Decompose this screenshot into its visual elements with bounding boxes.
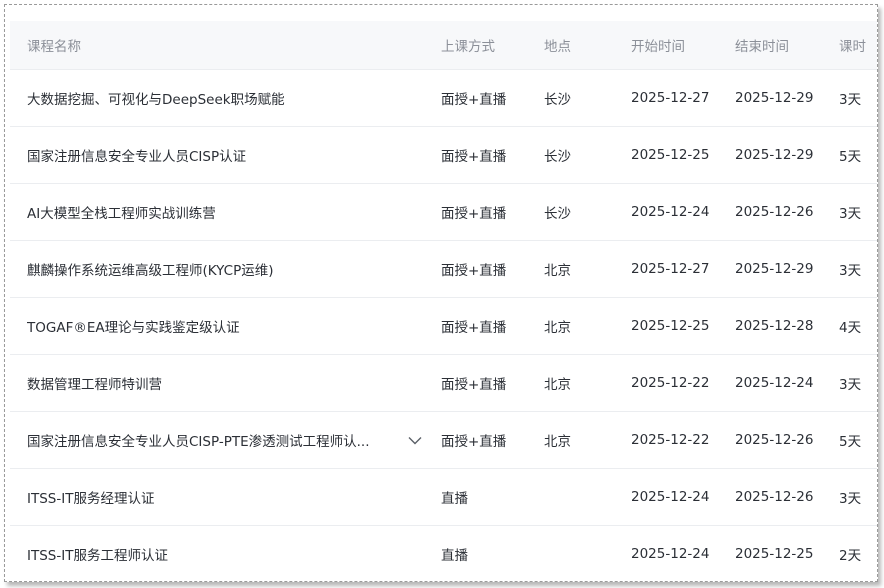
- header-duration: 课时: [839, 39, 866, 55]
- course-end-date: 2025-12-25: [735, 546, 814, 562]
- course-name[interactable]: ITSS-IT服务工程师认证: [27, 544, 168, 564]
- table-row[interactable]: AI大模型全栈工程师实战训练营 面授+直播 长沙 2025-12-24 2025-12-…: [10, 183, 877, 240]
- course-duration: 3天: [839, 377, 862, 393]
- course-start-date: 2025-12-27: [631, 90, 710, 106]
- course-name[interactable]: 国家注册信息安全专业人员CISP认证: [27, 145, 246, 165]
- course-end-date: 2025-12-29: [735, 90, 814, 106]
- course-duration: 3天: [839, 263, 862, 279]
- screenshot-frame: 课程名称 上课方式 地点 开始时间 结束时间 课时 大数据挖掘、可视化与Deep…: [4, 4, 878, 582]
- course-duration: 2天: [839, 548, 862, 564]
- course-name-cell[interactable]: TOGAF®EA理论与实践鉴定级认证: [27, 298, 407, 354]
- course-start-date: 2025-12-24: [631, 489, 710, 505]
- course-mode: 面授+直播: [441, 377, 507, 393]
- course-name[interactable]: 麒麟操作系统运维高级工程师(KYCP运维): [27, 259, 273, 279]
- course-location: 北京: [544, 263, 571, 279]
- course-duration: 4天: [839, 320, 862, 336]
- course-end-date: 2025-12-29: [735, 261, 814, 277]
- course-mode: 面授+直播: [441, 320, 507, 336]
- course-duration: 3天: [839, 206, 862, 222]
- table-row[interactable]: ITSS-IT服务工程师认证 直播 2025-12-24 2025-12-25 2天: [10, 525, 877, 581]
- table-header: 课程名称 上课方式 地点 开始时间 结束时间 课时: [10, 21, 877, 69]
- course-name-cell[interactable]: AI大模型全栈工程师实战训练营: [27, 184, 407, 240]
- course-start-date: 2025-12-24: [631, 204, 710, 220]
- course-end-date: 2025-12-26: [735, 204, 814, 220]
- course-name[interactable]: 国家注册信息安全专业人员CISP-PTE渗透测试工程师认...: [27, 430, 369, 450]
- header-start-time: 开始时间: [631, 39, 685, 55]
- course-mode: 面授+直播: [441, 149, 507, 165]
- table-body: 大数据挖掘、可视化与DeepSeek职场赋能 面授+直播 长沙 2025-12-27 2…: [10, 69, 877, 581]
- course-end-date: 2025-12-26: [735, 489, 814, 505]
- course-mode: 直播: [441, 491, 468, 507]
- header-mode: 上课方式: [441, 39, 495, 55]
- course-end-date: 2025-12-24: [735, 375, 814, 391]
- table-row[interactable]: TOGAF®EA理论与实践鉴定级认证 面授+直播 北京 2025-12-25 2025-…: [10, 297, 877, 354]
- table-row[interactable]: 大数据挖掘、可视化与DeepSeek职场赋能 面授+直播 长沙 2025-12-27 2…: [10, 69, 877, 126]
- course-mode: 面授+直播: [441, 263, 507, 279]
- course-name-cell[interactable]: ITSS-IT服务经理认证: [27, 469, 407, 525]
- course-duration: 3天: [839, 491, 862, 507]
- course-location: 北京: [544, 320, 571, 336]
- course-location: 北京: [544, 377, 571, 393]
- chevron-down-icon[interactable]: [408, 412, 422, 468]
- course-name-cell[interactable]: 国家注册信息安全专业人员CISP-PTE渗透测试工程师认...: [27, 412, 407, 468]
- header-location: 地点: [544, 39, 571, 55]
- course-start-date: 2025-12-24: [631, 546, 710, 562]
- course-mode: 面授+直播: [441, 206, 507, 222]
- course-mode: 面授+直播: [441, 434, 507, 450]
- course-mode: 直播: [441, 548, 468, 564]
- course-location: 长沙: [544, 149, 571, 165]
- course-start-date: 2025-12-22: [631, 432, 710, 448]
- course-table: 课程名称 上课方式 地点 开始时间 结束时间 课时 大数据挖掘、可视化与Deep…: [10, 21, 877, 581]
- course-start-date: 2025-12-22: [631, 375, 710, 391]
- course-location: 北京: [544, 434, 571, 450]
- course-location: 长沙: [544, 92, 571, 108]
- course-start-date: 2025-12-25: [631, 318, 710, 334]
- table-row[interactable]: 麒麟操作系统运维高级工程师(KYCP运维) 面授+直播 北京 2025-12-27 20…: [10, 240, 877, 297]
- course-duration: 5天: [839, 434, 862, 450]
- course-name-cell[interactable]: ITSS-IT服务工程师认证: [27, 526, 407, 581]
- course-name[interactable]: 大数据挖掘、可视化与DeepSeek职场赋能: [27, 88, 285, 108]
- course-duration: 3天: [839, 92, 862, 108]
- course-start-date: 2025-12-25: [631, 147, 710, 163]
- course-name-cell[interactable]: 麒麟操作系统运维高级工程师(KYCP运维): [27, 241, 407, 297]
- course-end-date: 2025-12-28: [735, 318, 814, 334]
- course-name[interactable]: ITSS-IT服务经理认证: [27, 487, 154, 507]
- header-end-time: 结束时间: [735, 39, 789, 55]
- course-name-cell[interactable]: 数据管理工程师特训营: [27, 355, 407, 411]
- course-name[interactable]: 数据管理工程师特训营: [27, 373, 162, 393]
- table-row[interactable]: 国家注册信息安全专业人员CISP认证 面授+直播 长沙 2025-12-25 2025-…: [10, 126, 877, 183]
- course-duration: 5天: [839, 149, 862, 165]
- course-end-date: 2025-12-26: [735, 432, 814, 448]
- course-name[interactable]: TOGAF®EA理论与实践鉴定级认证: [27, 316, 240, 336]
- course-name-cell[interactable]: 大数据挖掘、可视化与DeepSeek职场赋能: [27, 70, 407, 126]
- table-row[interactable]: 国家注册信息安全专业人员CISP-PTE渗透测试工程师认... 面授+直播 北京 20…: [10, 411, 877, 468]
- table-row[interactable]: 数据管理工程师特训营 面授+直播 北京 2025-12-22 2025-12-24 3天: [10, 354, 877, 411]
- header-course-name: 课程名称: [27, 39, 81, 55]
- table-row[interactable]: ITSS-IT服务经理认证 直播 2025-12-24 2025-12-26 3天: [10, 468, 877, 525]
- course-name[interactable]: AI大模型全栈工程师实战训练营: [27, 202, 216, 222]
- course-start-date: 2025-12-27: [631, 261, 710, 277]
- course-end-date: 2025-12-29: [735, 147, 814, 163]
- course-location: 长沙: [544, 206, 571, 222]
- course-name-cell[interactable]: 国家注册信息安全专业人员CISP认证: [27, 127, 407, 183]
- course-mode: 面授+直播: [441, 92, 507, 108]
